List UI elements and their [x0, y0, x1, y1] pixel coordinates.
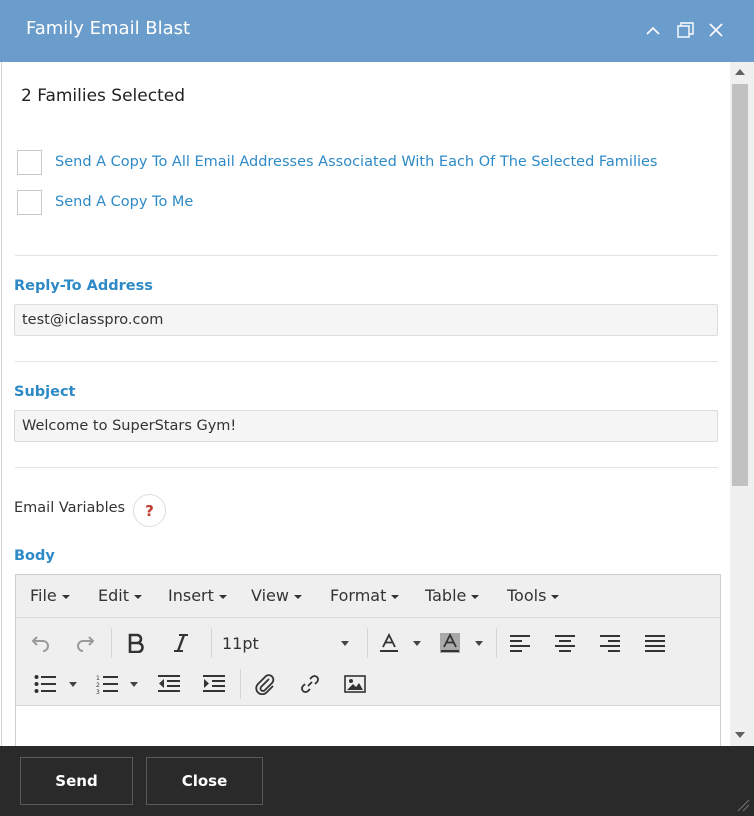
body-label: Body — [14, 548, 55, 564]
align-left-icon — [510, 635, 530, 652]
indent-button[interactable] — [199, 669, 229, 699]
title-bar: Family Email Blast — [0, 0, 754, 62]
close-window-button[interactable] — [705, 19, 727, 41]
text-color-button[interactable] — [374, 628, 404, 658]
menu-table[interactable]: Table — [425, 586, 480, 605]
redo-icon — [77, 636, 95, 652]
text-color-caret-icon[interactable] — [413, 641, 421, 646]
link-icon — [301, 675, 319, 693]
maximize-button[interactable] — [674, 19, 696, 41]
send-button[interactable]: Send — [20, 757, 133, 805]
menu-tools[interactable]: Tools — [507, 586, 560, 605]
subject-input[interactable] — [14, 410, 718, 442]
scrollbar-thumb[interactable] — [732, 84, 748, 486]
copy-me-checkbox[interactable] — [17, 189, 42, 215]
background-color-button[interactable] — [435, 628, 465, 658]
copy-all-checkbox[interactable] — [17, 149, 42, 175]
font-size-value: 11pt — [222, 633, 259, 653]
email-variables-label: Email Variables — [14, 500, 126, 516]
chevron-up-icon — [646, 26, 660, 35]
svg-text:3: 3 — [96, 689, 100, 694]
numbered-list-button[interactable]: 123 — [92, 669, 122, 699]
window-title: Family Email Blast — [26, 18, 191, 39]
resize-grip-icon[interactable] — [734, 796, 750, 812]
font-size-caret-icon[interactable] — [341, 641, 349, 646]
option-copy-me-row: Send A Copy To Me — [17, 189, 193, 215]
close-icon — [709, 23, 723, 37]
option-copy-all-row: Send A Copy To All Email Addresses Assoc… — [17, 149, 657, 175]
editor-toolbar: 11pt 1 2 3 — [16, 618, 720, 706]
rich-text-editor: File Edit Insert View Format Table Tools — [15, 574, 721, 746]
copy-me-label[interactable]: Send A Copy To Me — [55, 194, 193, 210]
reply-to-label: Reply-To Address — [14, 278, 153, 294]
reply-to-input[interactable] — [14, 304, 718, 336]
link-button[interactable] — [295, 669, 325, 699]
outdent-icon — [158, 675, 180, 692]
align-right-button[interactable] — [595, 628, 625, 658]
maximize-icon — [676, 22, 694, 38]
menu-edit[interactable]: Edit — [98, 586, 142, 605]
editor-body-area[interactable] — [16, 706, 720, 746]
email-variables-help-button[interactable]: ? — [133, 494, 166, 527]
align-left-button[interactable] — [505, 628, 535, 658]
subject-label: Subject — [14, 384, 76, 400]
bullet-list-button[interactable] — [30, 669, 60, 699]
undo-icon — [31, 636, 49, 652]
svg-text:2: 2 — [96, 682, 100, 689]
background-color-caret-icon[interactable] — [475, 641, 483, 646]
divider — [15, 467, 718, 468]
menu-insert[interactable]: Insert — [168, 586, 227, 605]
text-color-icon — [380, 633, 398, 652]
font-size-select[interactable]: 11pt — [222, 628, 354, 658]
italic-button[interactable] — [166, 628, 196, 658]
align-justify-button[interactable] — [640, 628, 670, 658]
outdent-button[interactable] — [154, 669, 184, 699]
bold-button[interactable] — [121, 628, 151, 658]
editor-menubar: File Edit Insert View Format Table Tools — [16, 575, 720, 618]
divider — [15, 255, 718, 256]
image-button[interactable] — [340, 669, 370, 699]
numbered-list-icon: 123 — [96, 675, 118, 694]
background-color-icon — [440, 633, 460, 653]
align-center-icon — [555, 635, 575, 652]
divider — [15, 361, 718, 362]
italic-icon — [174, 634, 188, 652]
undo-button[interactable] — [26, 628, 56, 658]
bold-icon — [128, 633, 144, 653]
align-center-button[interactable] — [550, 628, 580, 658]
copy-all-label[interactable]: Send A Copy To All Email Addresses Assoc… — [55, 154, 657, 170]
bullet-list-caret-icon[interactable] — [69, 682, 77, 687]
align-right-icon — [600, 635, 620, 652]
close-button[interactable]: Close — [146, 757, 263, 805]
families-selected: 2 Families Selected — [21, 86, 185, 106]
numbered-list-caret-icon[interactable] — [130, 682, 138, 687]
dialog-footer: Send Close — [0, 746, 754, 816]
bullet-list-icon — [34, 675, 56, 693]
menu-format[interactable]: Format — [330, 586, 400, 605]
indent-icon — [203, 675, 225, 692]
attach-button[interactable] — [250, 669, 280, 699]
image-icon — [344, 675, 366, 693]
dialog-content: 2 Families Selected Send A Copy To All E… — [1, 62, 730, 746]
scroll-down-icon[interactable] — [735, 732, 745, 738]
align-justify-icon — [645, 635, 665, 652]
menu-file[interactable]: File — [30, 586, 70, 605]
scroll-up-icon[interactable] — [735, 69, 745, 75]
paperclip-icon — [255, 674, 275, 695]
question-icon: ? — [145, 501, 154, 520]
content-scrollbar[interactable] — [730, 62, 754, 746]
redo-button[interactable] — [70, 628, 100, 658]
menu-view[interactable]: View — [251, 586, 302, 605]
svg-text:1: 1 — [96, 675, 100, 682]
collapse-button[interactable] — [642, 19, 664, 41]
